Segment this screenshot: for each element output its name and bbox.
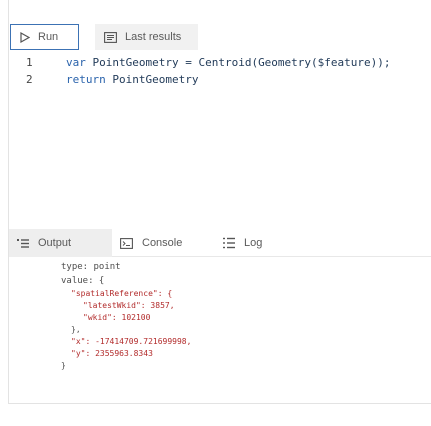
log-icon (223, 237, 235, 249)
code-keyword: var (66, 56, 93, 69)
line-number: 1 (26, 56, 33, 69)
last-results-label: Last results (125, 31, 182, 43)
output-spatial-close: }, (71, 325, 81, 334)
output-latest-wkid: "latestWkid": 3857, (83, 301, 175, 310)
code-text: PointGeometry = Centroid(Geometry($featu… (92, 56, 391, 69)
console-icon (120, 237, 133, 249)
tab-console-label: Console (142, 237, 183, 249)
run-button[interactable]: Run (10, 24, 79, 50)
tab-console[interactable]: Console (112, 229, 215, 257)
line-number: 2 (26, 73, 33, 86)
output-panel: type: point value: { "spatialReference":… (61, 260, 191, 372)
output-list-icon (17, 238, 29, 249)
output-x: "x": -17414709.721699998, (71, 337, 192, 346)
code-keyword: return (66, 73, 113, 86)
play-icon (20, 31, 30, 43)
last-results-button[interactable]: Last results (95, 24, 198, 50)
output-value-close: } (61, 361, 66, 370)
output-value-open: value: { (61, 276, 105, 286)
code-editor[interactable]: 1 var PointGeometry = Centroid(Geometry(… (26, 54, 391, 88)
output-y: "y": 2355963.8343 (71, 349, 153, 358)
tab-output[interactable]: Output (9, 229, 112, 257)
code-line: 1 var PointGeometry = Centroid(Geometry(… (26, 54, 391, 71)
code-line: 2 return PointGeometry (26, 71, 391, 88)
run-button-label: Run (38, 31, 59, 43)
output-tabs: Output Console Log (9, 229, 431, 257)
code-text: PointGeometry (112, 73, 199, 86)
tab-output-label: Output (38, 237, 72, 249)
output-wkid: "wkid": 102100 (83, 313, 151, 322)
tab-log[interactable]: Log (215, 229, 318, 257)
output-type: type: point (61, 262, 121, 272)
toolbar: Run Last results (10, 24, 198, 50)
results-icon (104, 31, 117, 43)
tab-log-label: Log (244, 237, 263, 249)
output-spatial-reference: "spatialReference": { (71, 289, 173, 298)
